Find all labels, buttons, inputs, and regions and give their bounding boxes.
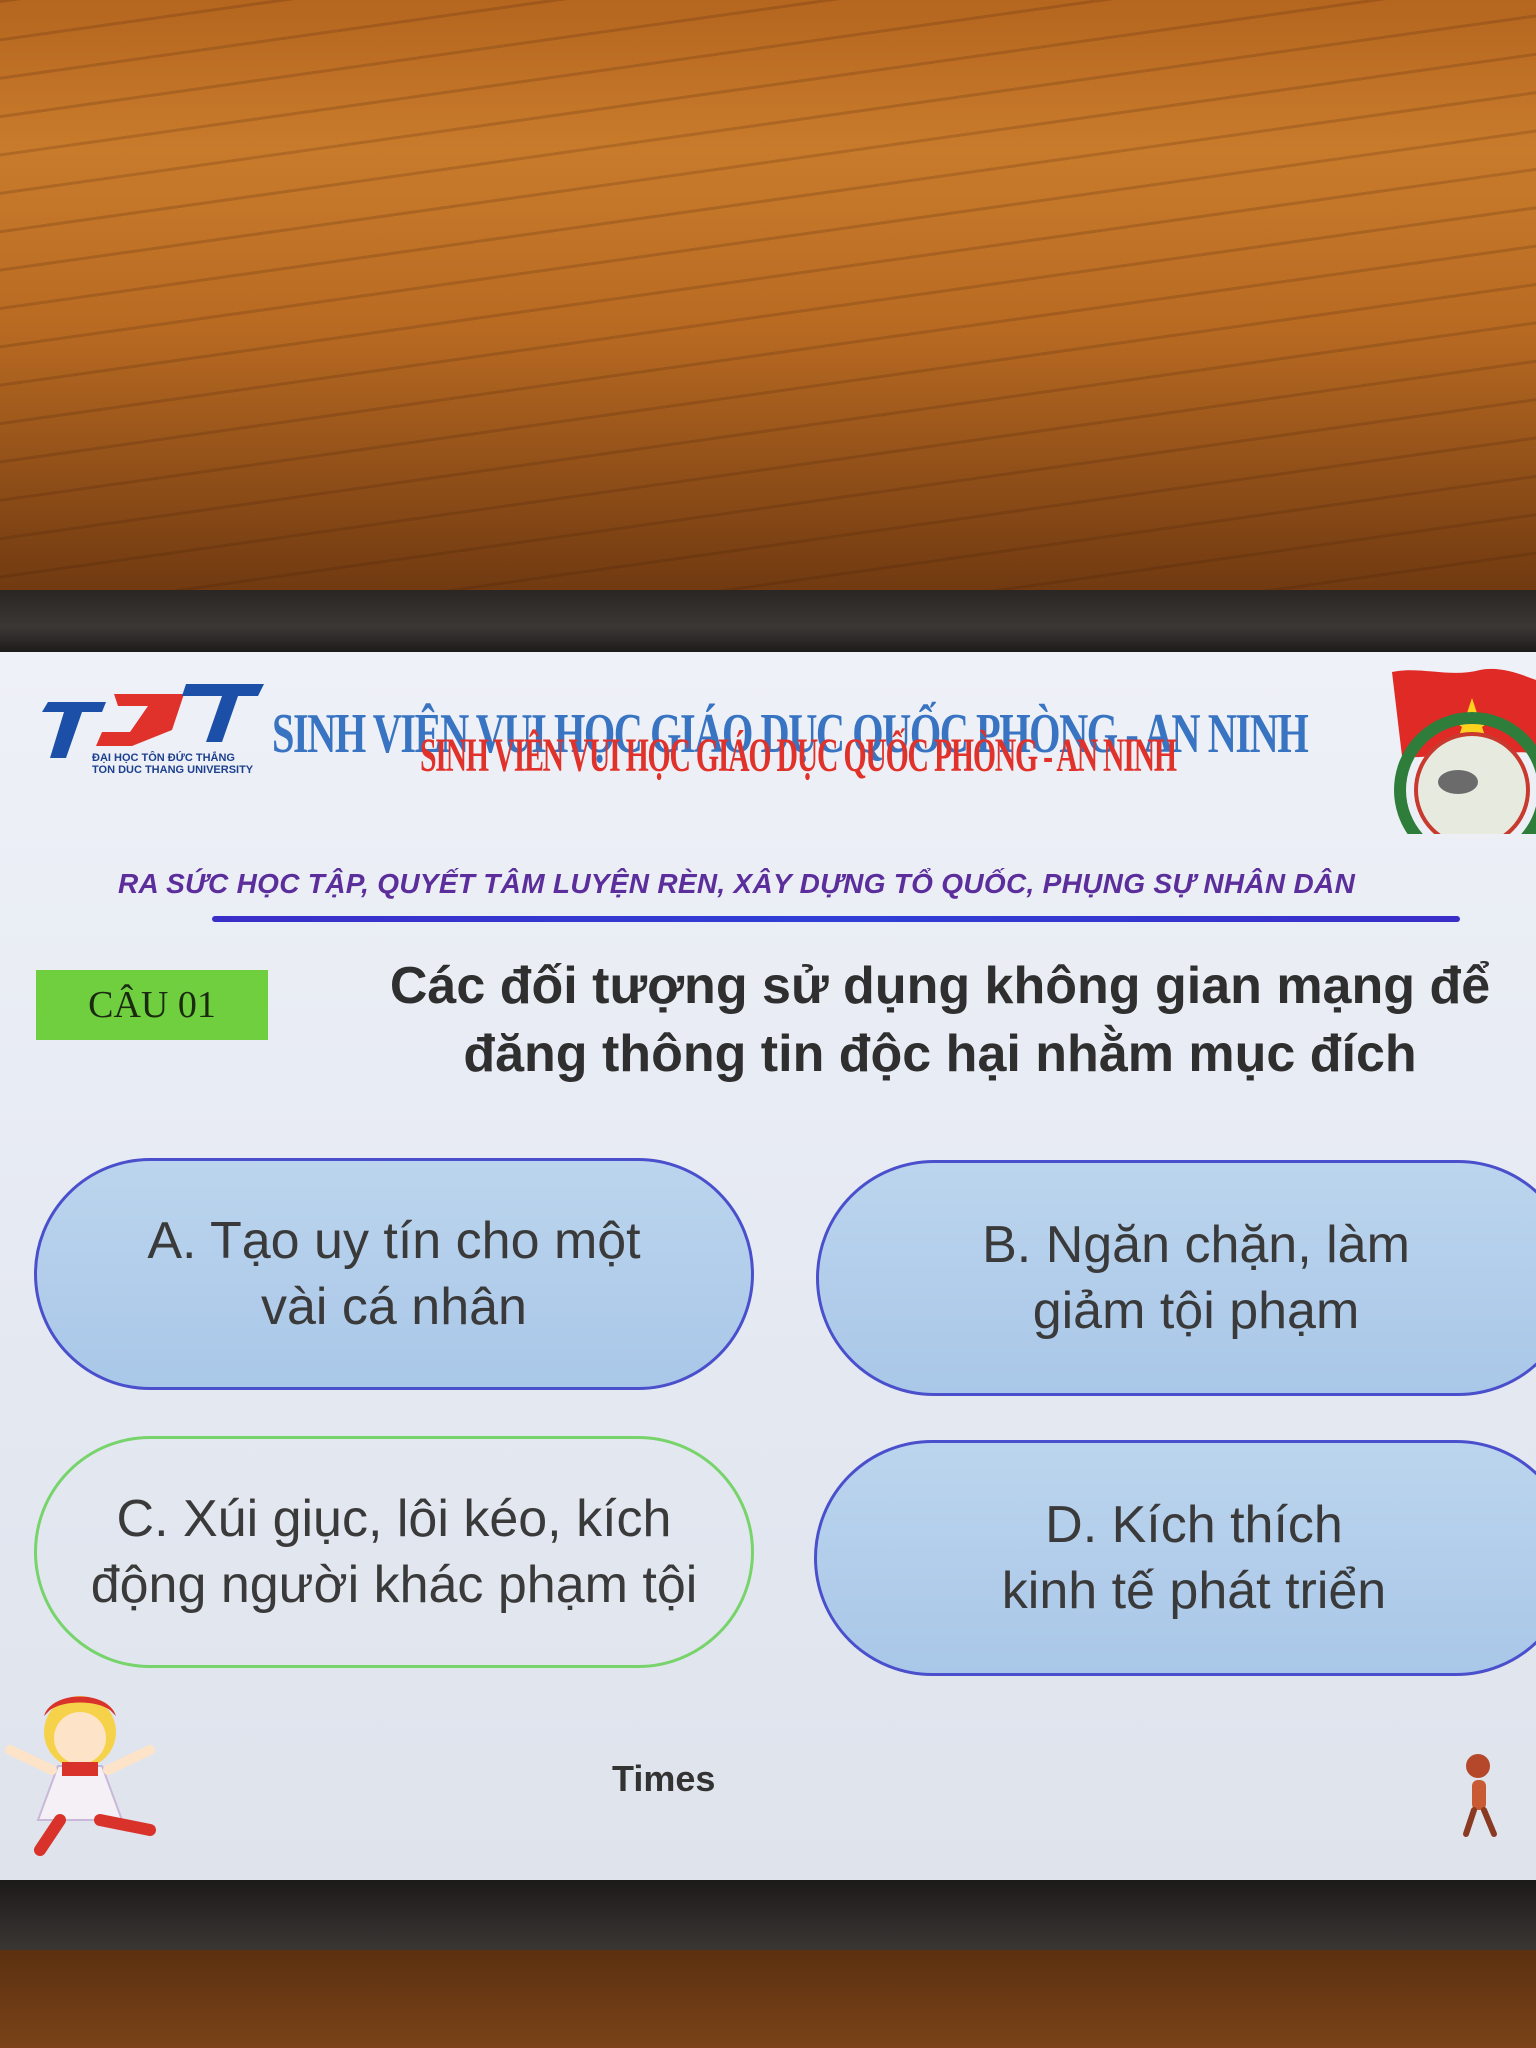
question-line1: Các đối tượng sử dụng không gian mạng để: [389, 957, 1491, 1015]
cartoon-girl-mascot-icon: [0, 1670, 180, 1870]
answer-d-line1: D. Kích thích: [1045, 1496, 1343, 1554]
wooden-desk-background: [0, 0, 1536, 600]
answer-option-c[interactable]: C. Xúi giục, lôi kéo, kích động người kh…: [34, 1436, 754, 1668]
answer-c-line2: động người khác phạm tội: [90, 1556, 698, 1614]
desk-bottom-background: [0, 1950, 1536, 2048]
question-line2: đăng thông tin độc hại nhằm mục đích: [463, 1025, 1417, 1083]
answer-option-d[interactable]: D. Kích thích kinh tế phát triển: [814, 1440, 1536, 1676]
timer-label: Times: [612, 1758, 716, 1799]
quiz-screen: ĐẠI HỌC TÔN ĐỨC THẮNG TON DUC THANG UNIV…: [0, 652, 1536, 1880]
answer-d-line2: kinh tế phát triển: [1001, 1562, 1387, 1620]
banner-title-front: SINH VIÊN VUI HỌC GIÁO DỤC QUỐC PHÒNG - …: [420, 729, 1177, 782]
small-figure-icon: [1462, 1750, 1502, 1840]
monitor-bezel-top: [0, 590, 1536, 652]
answer-c-line1: C. Xúi giục, lôi kéo, kích: [116, 1490, 672, 1548]
answer-b-line1: B. Ngăn chặn, làm: [982, 1216, 1410, 1274]
slogan-text: RA SỨC HỌC TẬP, QUYẾT TÂM LUYỆN RÈN, XÂY…: [118, 868, 1356, 899]
question-text: Các đối tượng sử dụng không gian mạng để…: [330, 952, 1536, 1088]
slogan-underline: [212, 916, 1460, 922]
answer-b-line2: giảm tội phạm: [1032, 1282, 1360, 1340]
monitor-bezel-bottom: [0, 1880, 1536, 1950]
question-number-badge: CÂU 01: [36, 970, 268, 1040]
answer-a-line2: vài cá nhân: [261, 1278, 527, 1336]
answer-a-line1: A. Tạo uy tín cho một: [147, 1212, 641, 1270]
youth-union-emblem-icon: [1380, 664, 1536, 868]
answer-option-a[interactable]: A. Tạo uy tín cho một vài cá nhân: [34, 1158, 754, 1390]
tdt-logo-icon: [42, 684, 264, 758]
answer-option-b[interactable]: B. Ngăn chặn, làm giảm tội phạm: [816, 1160, 1536, 1396]
